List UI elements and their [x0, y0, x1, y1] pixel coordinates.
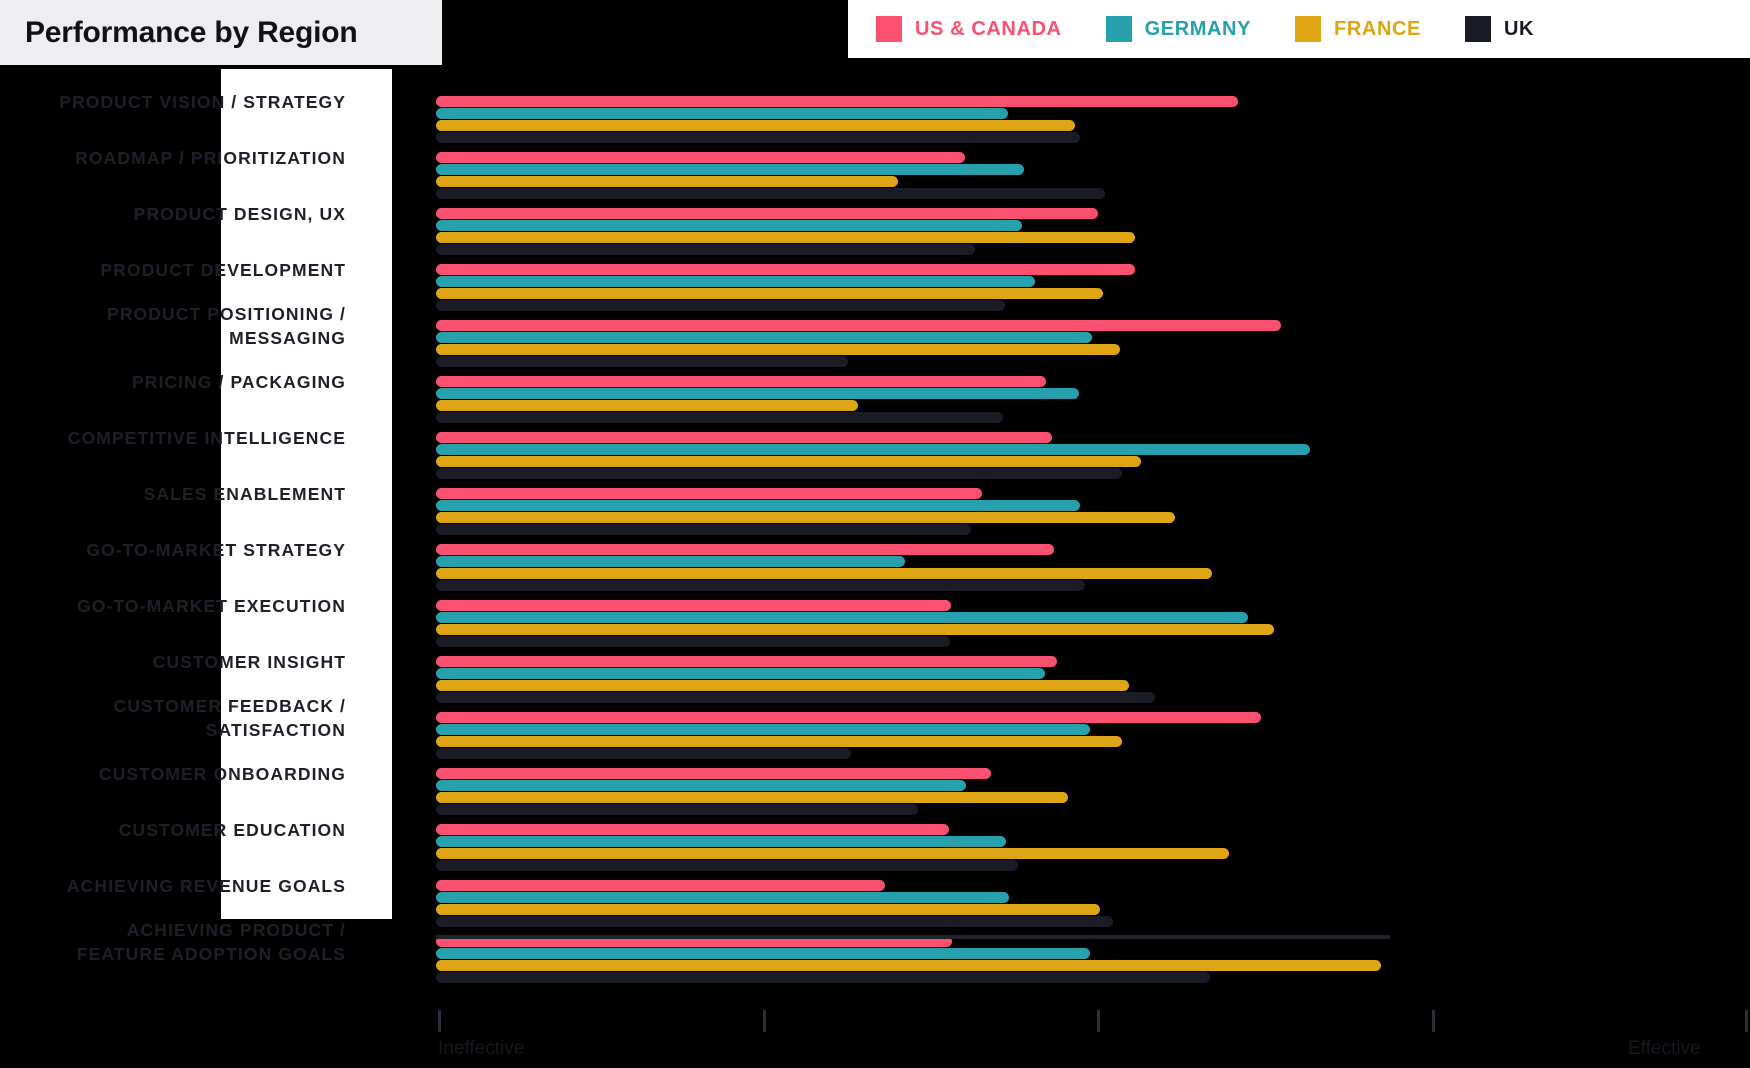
bar-group: PRODUCT VISION / STRATEGY	[0, 69, 1750, 143]
axis-tick	[1097, 1010, 1100, 1032]
bar-germany	[436, 892, 1010, 903]
category-label: PRODUCT POSITIONING / MESSAGING	[107, 304, 346, 348]
bar-group: PRODUCT POSITIONING / MESSAGING	[0, 293, 1750, 367]
bar-group: CUSTOMER EDUCATION	[0, 797, 1750, 871]
bar-germany	[436, 836, 1007, 847]
legend-item-label: US & CANADA	[915, 17, 1062, 40]
legend-item[interactable]: FRANCE	[1295, 16, 1421, 42]
axis-tick	[1745, 1010, 1748, 1032]
category-label: GO-TO-MARKET STRATEGY	[86, 540, 346, 560]
bar-group: ROADMAP / PRIORITIZATION	[0, 125, 1750, 199]
bar-us-canada	[436, 768, 992, 779]
category-label: CUSTOMER ONBOARDING	[98, 764, 346, 784]
legend-item[interactable]: UK	[1464, 16, 1535, 42]
bar-us-canada	[436, 96, 1239, 107]
category-label: CUSTOMER FEEDBACK / SATISFACTION	[113, 696, 346, 740]
chart-canvas: Performance by Region US & CANADA GERMANY…	[0, 0, 1750, 1068]
bar-germany	[436, 332, 1093, 343]
bar-germany	[436, 276, 1036, 287]
category-label: ACHIEVING PRODUCT / FEATURE ADOPTION GOA…	[76, 920, 346, 964]
bar-group: GO-TO-MARKET STRATEGY	[0, 517, 1750, 591]
bar-group: GO-TO-MARKET EXECUTION	[0, 573, 1750, 647]
bar-germany	[436, 388, 1079, 399]
legend-swatch-icon	[1464, 16, 1491, 42]
chart-legend: US & CANADA GERMANY FRANCE UK	[848, 0, 1750, 58]
axis-tick	[763, 1010, 766, 1032]
legend-item-label: FRANCE	[1334, 17, 1421, 40]
bar-us-canada	[436, 432, 1053, 443]
axis-tick	[1432, 1010, 1435, 1032]
legend-item[interactable]: US & CANADA	[876, 16, 1062, 42]
category-label: ROADMAP / PRIORITIZATION	[75, 148, 346, 168]
plot-area: PRODUCT VISION / STRATEGY ROADMAP / PRIOR…	[0, 69, 1750, 983]
legend-swatch-icon	[1105, 16, 1132, 42]
bar-group: SALES ENABLEMENT	[0, 461, 1750, 535]
legend-swatch-icon	[1295, 16, 1322, 42]
bar-group: COMPETITIVE INTELLIGENCE	[0, 405, 1750, 479]
category-label: PRODUCT DEVELOPMENT	[100, 260, 346, 280]
category-label: ACHIEVING REVENUE GOALS	[66, 876, 346, 896]
axis-baseline	[436, 935, 1390, 939]
bar-group: PRODUCT DESIGN, UX	[0, 181, 1750, 255]
category-label: PRODUCT VISION / STRATEGY	[59, 92, 346, 112]
bar-germany	[436, 556, 906, 567]
bar-uk	[436, 972, 1210, 983]
bar-germany	[436, 668, 1045, 679]
legend-swatch-icon	[876, 16, 902, 42]
bar-us-canada	[436, 824, 949, 835]
bar-group: CUSTOMER INSIGHT	[0, 629, 1750, 703]
bar-us-canada	[436, 544, 1055, 555]
bar-us-canada	[436, 712, 1261, 723]
bar-us-canada	[436, 152, 965, 163]
bar-france	[436, 960, 1381, 971]
bar-group: PRICING / PACKAGING	[0, 349, 1750, 423]
category-label: GO-TO-MARKET EXECUTION	[77, 596, 346, 616]
bar-germany	[436, 164, 1025, 175]
bar-us-canada	[436, 488, 982, 499]
axis-label-left: Ineffective	[438, 1038, 525, 1059]
bar-germany	[436, 220, 1023, 231]
bar-germany	[436, 724, 1091, 735]
axis-tick	[438, 1010, 441, 1032]
category-label: PRODUCT DESIGN, UX	[133, 204, 346, 224]
bar-group: ACHIEVING REVENUE GOALS	[0, 853, 1750, 927]
bar-germany	[436, 500, 1080, 511]
bar-group: PRODUCT DEVELOPMENT	[0, 237, 1750, 311]
bar-us-canada	[436, 320, 1281, 331]
bar-us-canada	[436, 208, 1098, 219]
bar-germany	[436, 780, 966, 791]
category-label: PRICING / PACKAGING	[131, 372, 346, 392]
bar-us-canada	[436, 264, 1136, 275]
bar-group: CUSTOMER ONBOARDING	[0, 741, 1750, 815]
title-panel: Performance by Region	[0, 0, 442, 65]
bar-germany	[436, 612, 1248, 623]
page-title: Performance by Region	[25, 15, 358, 49]
axis-label-right: Effective	[1628, 1038, 1701, 1059]
legend-item[interactable]: GERMANY	[1105, 16, 1252, 42]
category-label: SALES ENABLEMENT	[143, 484, 346, 504]
bar-us-canada	[436, 880, 885, 891]
bar-us-canada	[436, 600, 951, 611]
legend-item-label: GERMANY	[1144, 17, 1252, 40]
category-label: COMPETITIVE INTELLIGENCE	[67, 428, 346, 448]
bar-germany	[436, 948, 1091, 959]
bar-us-canada	[436, 376, 1046, 387]
bar-germany	[436, 444, 1310, 455]
bar-group: CUSTOMER FEEDBACK / SATISFACTION	[0, 685, 1750, 759]
category-label: CUSTOMER INSIGHT	[152, 652, 346, 672]
legend-item-label: UK	[1503, 17, 1535, 40]
bar-germany	[436, 108, 1009, 119]
category-label: CUSTOMER EDUCATION	[118, 820, 346, 840]
bar-us-canada	[436, 656, 1058, 667]
